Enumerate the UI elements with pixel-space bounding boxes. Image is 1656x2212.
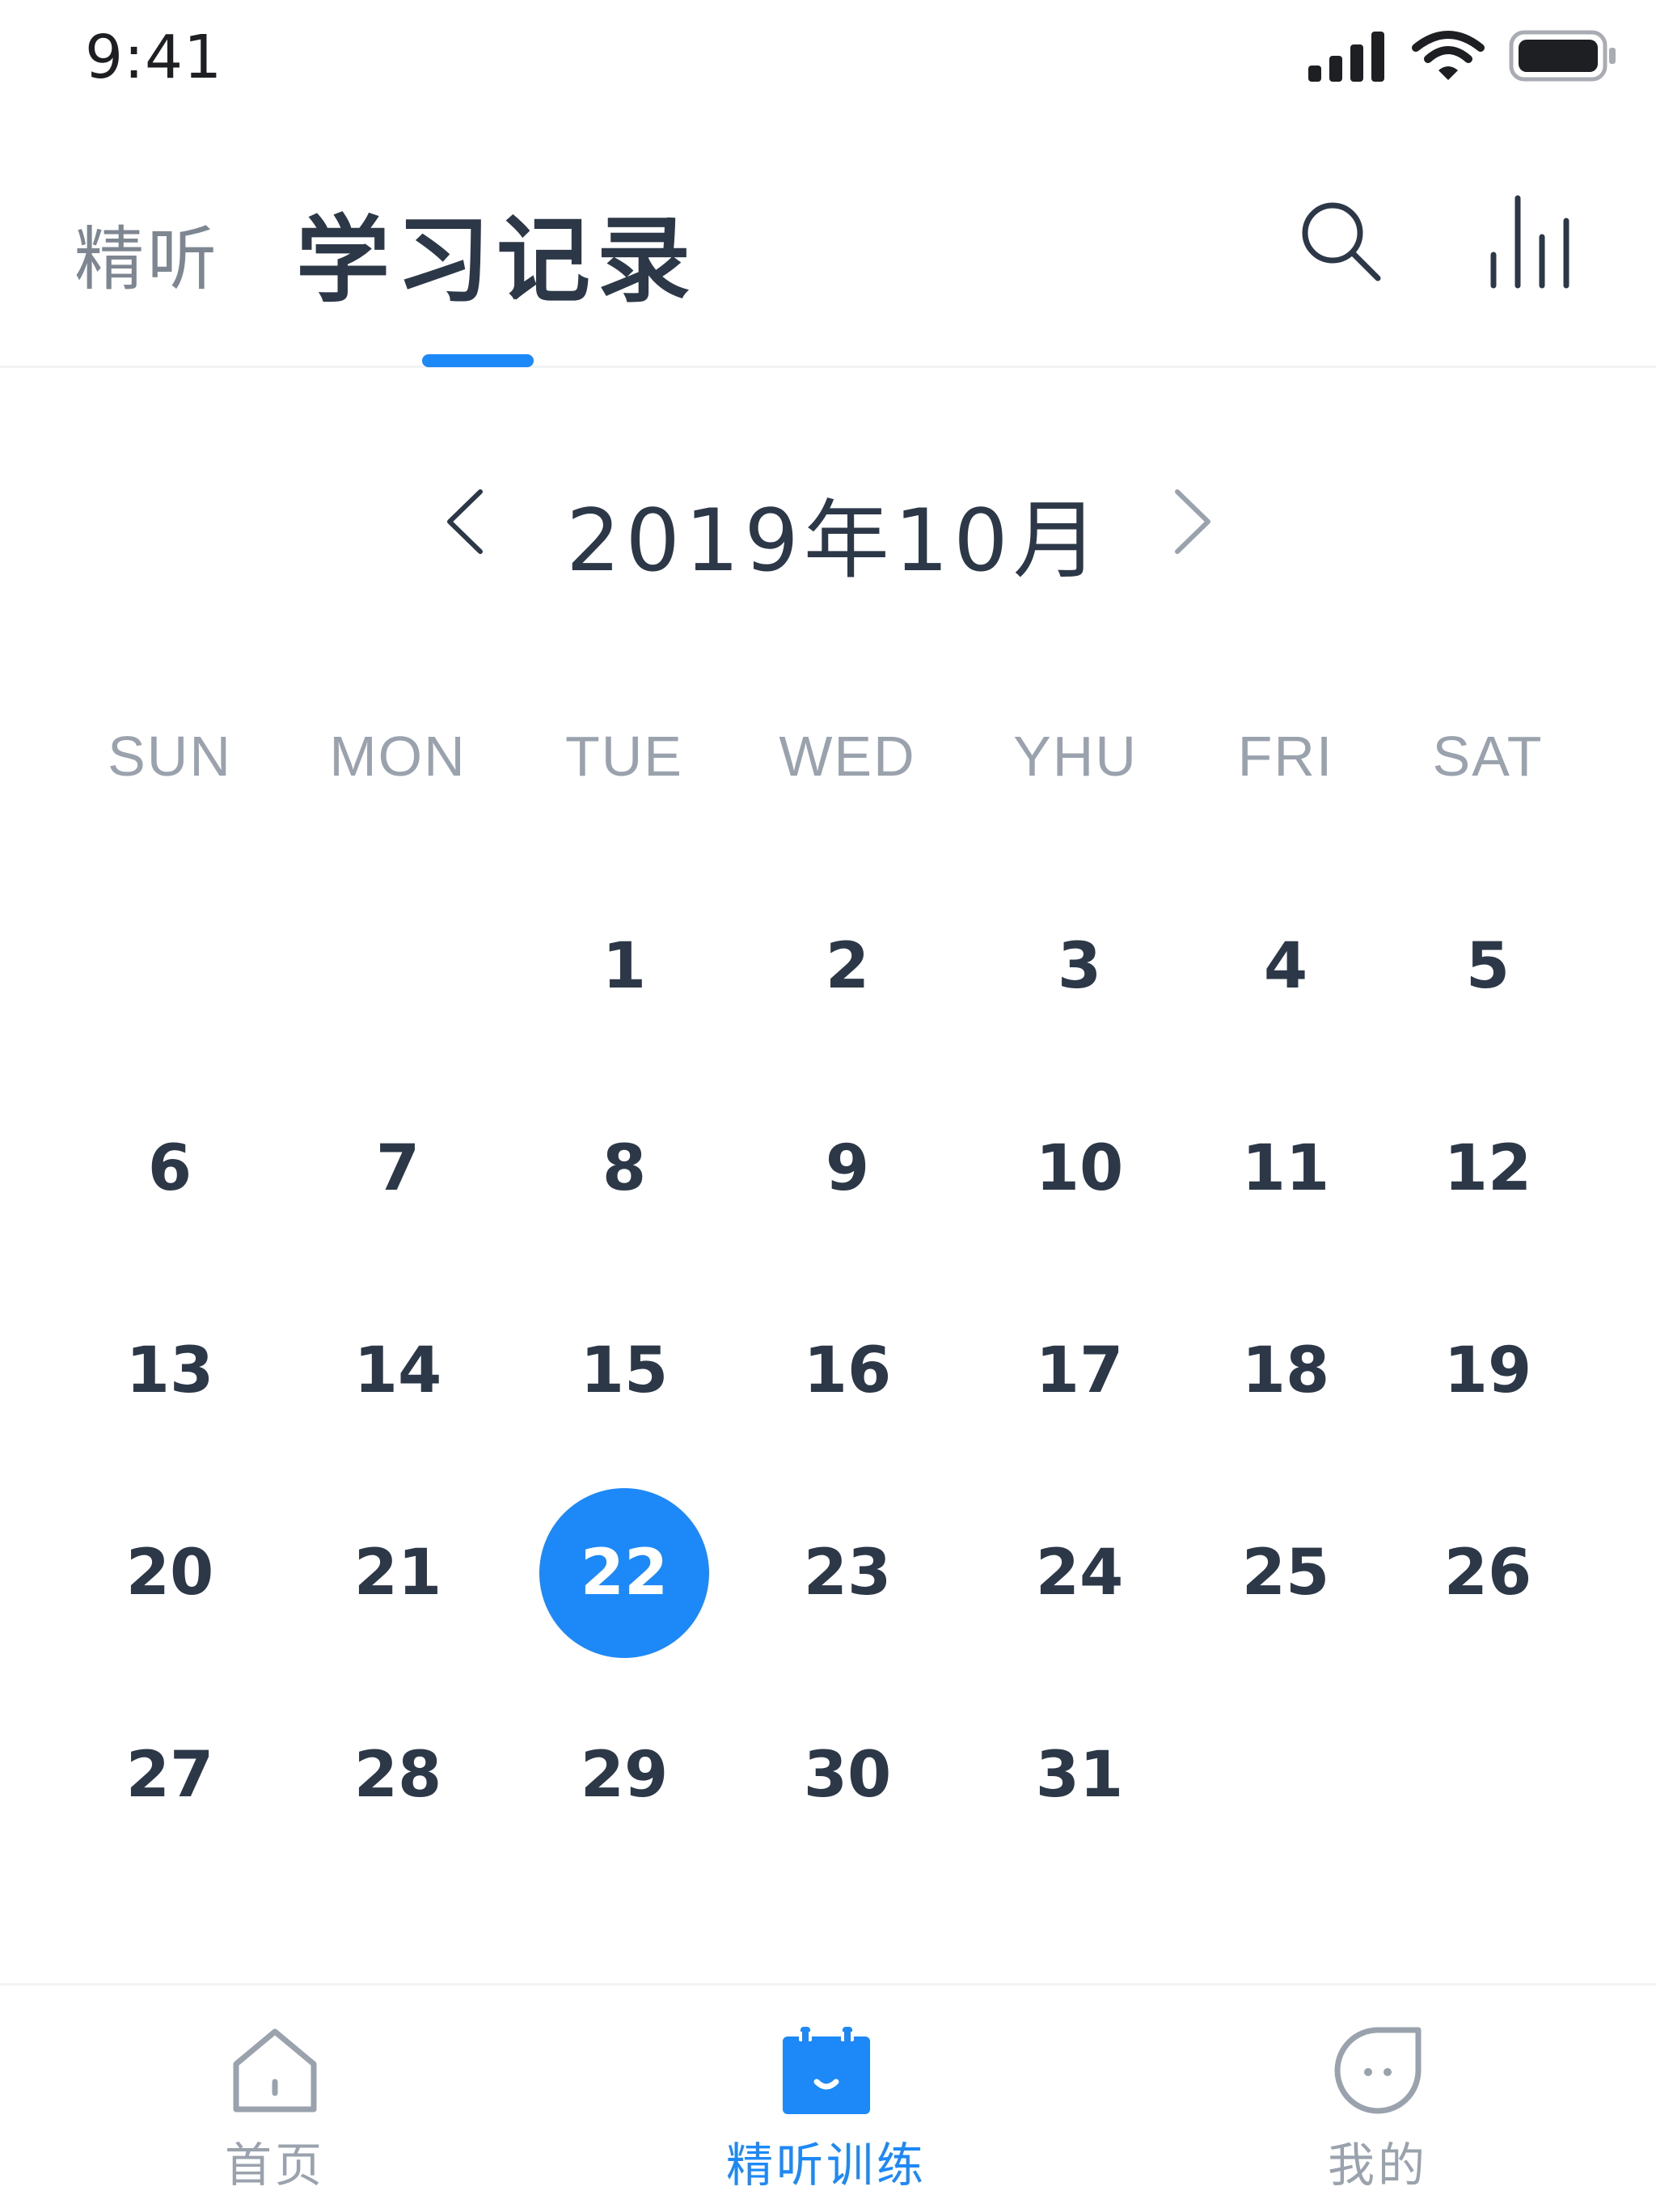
calendar-day[interactable]: 7 — [313, 1084, 483, 1254]
calendar-day[interactable]: 11 — [1201, 1084, 1371, 1254]
active-tab-indicator — [422, 354, 534, 367]
weekday-label: YHU — [1013, 725, 1138, 788]
calendar-day[interactable]: 14 — [313, 1286, 483, 1456]
calendar-day[interactable]: 29 — [539, 1690, 709, 1860]
calendar-day[interactable]: 12 — [1403, 1084, 1573, 1254]
weekday-label: TUE — [565, 725, 683, 788]
calendar-day[interactable]: 16 — [763, 1286, 932, 1456]
calendar-day[interactable]: 4 — [1201, 882, 1371, 1051]
nav-label-training: 精听训练 — [725, 2138, 927, 2193]
calendar-day-selected[interactable]: 22 — [539, 1488, 709, 1658]
chevron-right-icon — [1175, 489, 1210, 554]
previous-month-button[interactable] — [404, 461, 526, 582]
wifi-icon — [1412, 30, 1485, 85]
home-icon — [233, 2028, 317, 2113]
calendar-day[interactable]: 8 — [539, 1084, 709, 1254]
calendar-day[interactable]: 31 — [995, 1690, 1164, 1860]
bar-chart-icon — [1490, 195, 1569, 289]
search-icon — [1302, 202, 1381, 281]
status-time: 9:41 — [85, 23, 223, 92]
tab-study-record[interactable]: 学习记录 — [296, 184, 697, 320]
next-month-button[interactable] — [1132, 461, 1253, 582]
nav-item-training[interactable]: 精听训练 — [681, 1986, 972, 2212]
calendar-day[interactable]: 21 — [313, 1488, 483, 1658]
status-bar: 9:41 — [0, 0, 1656, 113]
calendar-day[interactable]: 18 — [1201, 1286, 1371, 1456]
calendar-day[interactable]: 24 — [995, 1488, 1164, 1658]
weekday-label: WED — [779, 725, 916, 788]
calendar-day[interactable]: 23 — [763, 1488, 932, 1658]
bottom-navigation: 首页 精听训练 我的 — [0, 1983, 1656, 2212]
weekday-label: SUN — [108, 725, 232, 788]
search-button[interactable] — [1287, 188, 1392, 293]
tab-jingting[interactable]: 精听 — [74, 202, 220, 303]
calendar-day[interactable]: 6 — [85, 1084, 255, 1254]
calendar-day[interactable]: 2 — [763, 882, 932, 1051]
calendar-day[interactable]: 3 — [995, 882, 1164, 1051]
calendar-day[interactable]: 20 — [85, 1488, 255, 1658]
calendar-day[interactable]: 26 — [1403, 1488, 1573, 1658]
calendar-day[interactable]: 17 — [995, 1286, 1164, 1456]
month-title: 2019年10月 — [566, 491, 1104, 590]
calendar-day[interactable]: 28 — [313, 1690, 483, 1860]
nav-label-mine: 我的 — [1327, 2138, 1428, 2193]
calendar-day[interactable]: 10 — [995, 1084, 1164, 1254]
weekday-label: MON — [329, 725, 467, 788]
calendar-day[interactable]: 25 — [1201, 1488, 1371, 1658]
calendar-day[interactable]: 27 — [85, 1690, 255, 1860]
nav-item-home[interactable]: 首页 — [129, 1986, 420, 2212]
calendar-day-grid: 1 2 3 4 5 6 7 8 9 10 11 12 13 14 15 16 17 18 19 20 21 22 23 24 2… — [0, 890, 1656, 1901]
chevron-left-icon — [447, 489, 483, 554]
calendar-day[interactable]: 1 — [539, 882, 709, 1051]
weekday-header: SUN MON TUE WED YHU FRI SAT — [0, 724, 1656, 805]
month-navigation: 2019年10月 — [0, 453, 1656, 590]
weekday-label: SAT — [1432, 725, 1544, 788]
statistics-button[interactable] — [1476, 188, 1581, 293]
header: 精听 学习记录 — [0, 113, 1656, 368]
status-icons — [1307, 29, 1617, 86]
calendar-smile-icon — [783, 2027, 870, 2114]
calendar-day[interactable]: 5 — [1403, 882, 1573, 1051]
calendar-day[interactable]: 9 — [763, 1084, 932, 1254]
battery-icon — [1509, 30, 1617, 85]
nav-item-mine[interactable]: 我的 — [1232, 1986, 1523, 2212]
calendar-day[interactable]: 15 — [539, 1286, 709, 1456]
nav-label-home: 首页 — [224, 2138, 325, 2193]
calendar-day[interactable]: 19 — [1403, 1286, 1573, 1456]
signal-icon — [1307, 30, 1388, 85]
calendar-day[interactable]: 30 — [763, 1690, 932, 1860]
chat-bubble-icon — [1334, 2027, 1422, 2114]
calendar-day[interactable]: 13 — [85, 1286, 255, 1456]
